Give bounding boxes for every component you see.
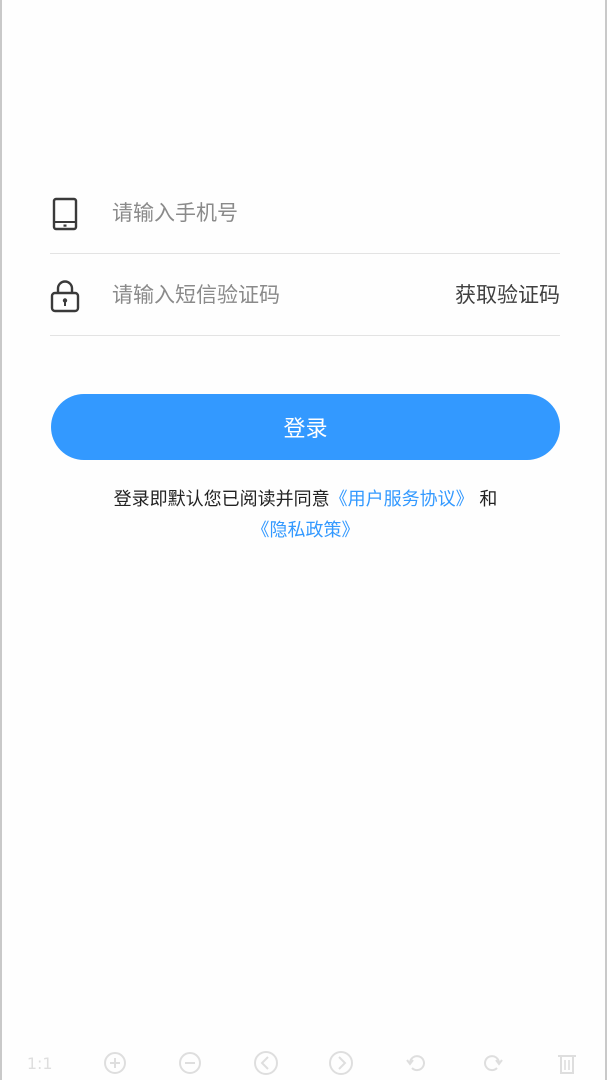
phone-row [50,172,560,254]
agreement-conjunction: 和 [479,489,498,510]
next-icon[interactable] [327,1049,355,1077]
zoom-out-icon[interactable] [176,1049,204,1077]
sms-code-input[interactable] [112,276,412,314]
login-form: 获取验证码 [50,172,560,336]
delete-icon[interactable] [553,1049,581,1077]
previous-icon[interactable] [252,1049,280,1077]
rotate-right-icon[interactable] [478,1049,506,1077]
tablet-icon [50,196,80,232]
login-button[interactable]: 登录 [51,394,560,460]
agreement-text: 登录即默认您已阅读并同意《用户服务协议》 和 《隐私政策》 [42,484,569,546]
login-screen: 获取验证码 登录 登录即默认您已阅读并同意《用户服务协议》 和 《隐私政策》 1… [0,0,607,1080]
privacy-link[interactable]: 《隐私政策》 [252,520,360,541]
agreement-prefix: 登录即默认您已阅读并同意 [113,489,330,510]
zoom-in-icon[interactable] [101,1049,129,1077]
zoom-reset-label[interactable]: 1:1 [26,1049,54,1077]
get-code-button[interactable]: 获取验证码 [455,276,560,314]
terms-link[interactable]: 《用户服务协议》 [330,489,474,510]
lock-icon [50,278,80,314]
phone-input[interactable] [112,194,412,232]
code-row: 获取验证码 [50,254,560,336]
rotate-left-icon[interactable] [403,1049,431,1077]
viewer-toolbar: 1:1 [2,1046,605,1080]
